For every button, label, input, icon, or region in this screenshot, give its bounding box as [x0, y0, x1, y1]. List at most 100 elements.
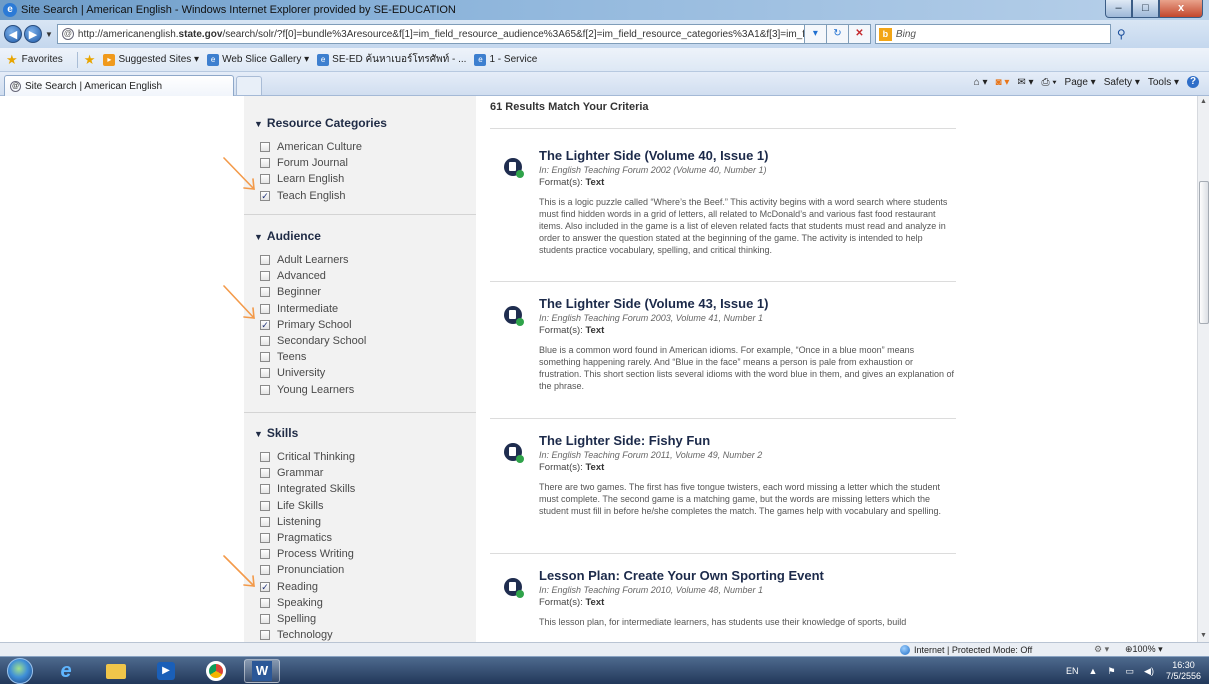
filter-option[interactable]: Integrated Skills — [244, 481, 476, 497]
show-hidden-icons-icon[interactable]: ▲ — [1089, 666, 1098, 676]
taskbar-chrome[interactable] — [198, 659, 234, 683]
clock[interactable]: 16:30 7/5/2556 — [1166, 660, 1201, 682]
filter-option[interactable]: ✓ Primary School — [244, 317, 476, 333]
checkbox-checked[interactable]: ✓ — [260, 581, 270, 592]
filter-option[interactable]: Forum Journal — [244, 155, 476, 171]
checkbox-checked[interactable]: ✓ — [260, 319, 270, 330]
language-indicator[interactable]: EN — [1066, 666, 1079, 676]
search-icon[interactable]: ⚲ — [1117, 27, 1126, 41]
filter-option[interactable]: Process Writing — [244, 546, 476, 562]
checkbox[interactable] — [260, 597, 270, 608]
filter-option[interactable]: Beginner — [244, 284, 476, 300]
checkbox[interactable] — [260, 452, 270, 463]
add-icon[interactable] — [516, 455, 524, 463]
minimize-button[interactable]: – — [1105, 0, 1132, 18]
taskbar-ie[interactable]: e — [48, 659, 84, 683]
taskbar-explorer[interactable] — [98, 659, 134, 683]
checkbox[interactable] — [260, 533, 270, 544]
filter-option[interactable]: Young Learners — [244, 382, 476, 398]
checkbox[interactable] — [260, 368, 270, 379]
result-title-link[interactable]: Lesson Plan: Create Your Own Sporting Ev… — [539, 568, 824, 583]
refresh-icon[interactable]: ↻ — [826, 24, 849, 44]
filter-option[interactable]: Teens — [244, 349, 476, 365]
filter-option[interactable]: Pragmatics — [244, 530, 476, 546]
result-title-link[interactable]: The Lighter Side (Volume 40, Issue 1) — [539, 148, 768, 163]
filter-option[interactable]: Listening — [244, 514, 476, 530]
new-tab-button[interactable] — [236, 76, 262, 95]
safety-menu[interactable]: Safety ▾ — [1104, 77, 1140, 88]
checkbox[interactable] — [260, 352, 270, 363]
start-button[interactable] — [7, 658, 33, 684]
vertical-scrollbar[interactable]: ▲ ▼ — [1197, 96, 1209, 642]
checkbox[interactable] — [260, 500, 270, 511]
forward-button[interactable]: ▶ — [24, 25, 42, 43]
filter-heading[interactable]: ▼ Resource Categories — [244, 116, 476, 130]
add-favorite-button[interactable]: ★ — [84, 52, 96, 68]
result-title-link[interactable]: The Lighter Side: Fishy Fun — [539, 433, 710, 448]
fav-item-web-slice-gallery[interactable]: e Web Slice Gallery ▾ — [207, 53, 309, 66]
checkbox[interactable] — [260, 142, 270, 153]
stop-icon[interactable]: ✕ — [848, 24, 871, 44]
filter-option[interactable]: American Culture — [244, 139, 476, 155]
checkbox[interactable] — [260, 174, 270, 185]
filter-option[interactable]: Critical Thinking — [244, 449, 476, 465]
add-icon[interactable] — [516, 318, 524, 326]
filter-option[interactable]: ✓ Teach English — [244, 188, 476, 204]
filter-heading[interactable]: ▼ Skills — [244, 426, 476, 440]
filter-option[interactable]: Spelling — [244, 611, 476, 627]
volume-icon[interactable]: ◀) — [1144, 666, 1154, 677]
favorites-button[interactable]: ★ Favorites — [0, 52, 63, 68]
checkbox[interactable] — [260, 565, 270, 576]
home-icon[interactable]: ⌂ ▾ — [974, 77, 988, 88]
checkbox[interactable] — [260, 271, 270, 282]
filter-heading[interactable]: ▼ Audience — [244, 229, 476, 243]
fav-item-se-ed[interactable]: e SE-ED ค้นหาเบอร์โทรศัพท์ - ... — [317, 52, 466, 67]
checkbox[interactable] — [260, 516, 270, 527]
help-icon[interactable]: ? — [1187, 76, 1199, 88]
checkbox[interactable] — [260, 158, 270, 169]
filter-option[interactable]: Secondary School — [244, 333, 476, 349]
tab-site-search[interactable]: @ Site Search | American English — [4, 75, 234, 96]
checkbox[interactable] — [260, 549, 270, 560]
scroll-up-arrow-icon[interactable]: ▲ — [1198, 96, 1209, 108]
checkbox[interactable] — [260, 384, 270, 395]
network-icon[interactable]: ▭ — [1126, 666, 1135, 677]
filter-option[interactable]: Speaking — [244, 595, 476, 611]
page-menu[interactable]: Page ▾ — [1065, 77, 1096, 88]
feeds-icon[interactable]: ◙ ▾ — [996, 77, 1010, 88]
mail-icon[interactable]: ✉ ▾ — [1017, 77, 1033, 88]
checkbox-checked[interactable]: ✓ — [260, 190, 270, 201]
scroll-thumb[interactable] — [1199, 181, 1209, 324]
history-dropdown-icon[interactable]: ▼ — [45, 30, 53, 39]
back-button[interactable]: ◀ — [4, 25, 22, 43]
filter-option[interactable]: Life Skills — [244, 498, 476, 514]
zoom-control[interactable]: ⊕100% ▾ — [1125, 644, 1163, 655]
close-button[interactable]: x — [1159, 0, 1203, 18]
checkbox[interactable] — [260, 255, 270, 266]
filter-option[interactable]: Grammar — [244, 465, 476, 481]
filter-option[interactable]: Pronunciation — [244, 562, 476, 578]
add-icon[interactable] — [516, 170, 524, 178]
tools-menu[interactable]: Tools ▾ — [1148, 77, 1179, 88]
filter-option[interactable]: Learn English — [244, 171, 476, 187]
protected-mode-icon[interactable]: ⚙ ▾ — [1094, 644, 1109, 655]
checkbox[interactable] — [260, 484, 270, 495]
filter-option[interactable]: Advanced — [244, 268, 476, 284]
print-icon[interactable]: ⎙ ▾ — [1042, 77, 1057, 88]
filter-option[interactable]: Intermediate — [244, 301, 476, 317]
address-bar[interactable]: @ http://americanenglish. state.gov/searc… — [56, 24, 805, 44]
checkbox[interactable] — [260, 287, 270, 298]
scroll-down-arrow-icon[interactable]: ▼ — [1198, 630, 1209, 642]
fav-item-suggested-sites[interactable]: ▸ Suggested Sites ▾ — [103, 53, 199, 66]
checkbox[interactable] — [260, 613, 270, 624]
filter-option[interactable]: University — [244, 365, 476, 381]
checkbox[interactable] — [260, 468, 270, 479]
address-dropdown-icon[interactable]: ▾ — [804, 24, 827, 44]
filter-option[interactable]: Adult Learners — [244, 252, 476, 268]
maximize-button[interactable]: □ — [1132, 0, 1159, 18]
result-title-link[interactable]: The Lighter Side (Volume 43, Issue 1) — [539, 296, 768, 311]
filter-option[interactable]: ✓ Reading — [244, 579, 476, 595]
add-icon[interactable] — [516, 590, 524, 598]
filter-option[interactable]: Technology — [244, 627, 476, 642]
fav-item-service[interactable]: e 1 - Service — [474, 53, 537, 66]
